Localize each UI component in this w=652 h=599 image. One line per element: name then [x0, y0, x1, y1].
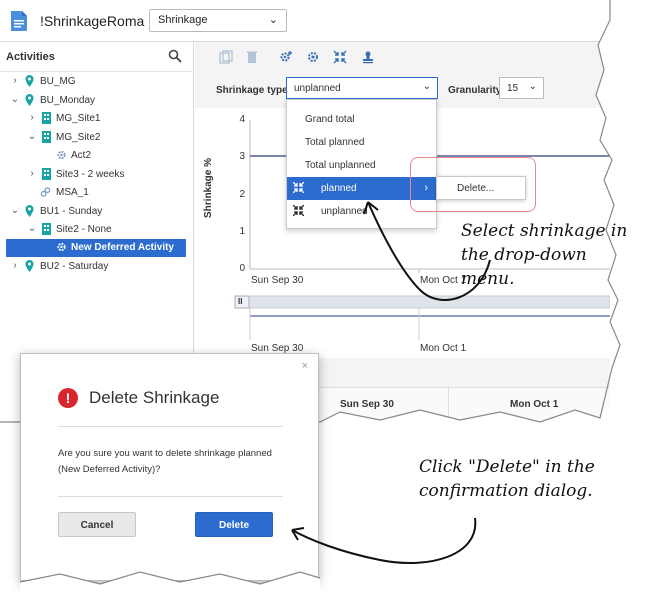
tree-item-site[interactable]: › MG_Site1 [0, 110, 194, 128]
search-icon[interactable] [168, 49, 182, 63]
chevron-right-icon[interactable]: › [10, 75, 20, 86]
location-pin-icon [25, 75, 34, 87]
gear-icon [57, 150, 66, 160]
tree-item-label: BU_Monday [40, 95, 96, 106]
tree-item-label: New Deferred Activity [71, 242, 174, 253]
tree-item-bu[interactable]: ⌄ BU_Monday [0, 92, 194, 110]
tree-item-label: Site2 - None [56, 224, 112, 235]
shrinkage-type-select[interactable]: unplanned ⌄ [286, 77, 438, 99]
stamp-icon[interactable] [361, 50, 375, 64]
tree-item-bu[interactable]: › BU2 - Saturday [0, 258, 194, 276]
divider [58, 426, 283, 427]
granularity-value: 15 [507, 83, 519, 94]
sidebar-header: Activities [0, 42, 194, 72]
shrinkage-type-label: Shrinkage type [216, 85, 288, 96]
chevron-down-icon[interactable]: ⌄ [27, 131, 37, 142]
chevron-right-icon[interactable]: › [27, 168, 37, 179]
chevron-right-icon[interactable]: › [27, 112, 37, 123]
building-icon [42, 131, 51, 143]
annotation-step-2: Click "Delete" in the confirmation dialo… [419, 457, 595, 501]
chevron-down-icon: ⌄ [422, 81, 431, 92]
tree-item-msa[interactable]: MSA_1 [0, 184, 194, 202]
tree-item-site[interactable]: ⌄ MG_Site2 [0, 129, 194, 147]
tree-item-label: Site3 - 2 weeks [56, 169, 125, 180]
building-icon [42, 168, 51, 180]
tree-item-bu[interactable]: › BU_MG [0, 73, 194, 91]
building-icon [42, 223, 51, 235]
tree-item-label: MSA_1 [56, 187, 89, 198]
top-bar: !ShrinkageRoma Shrinkage ⌄ [0, 0, 610, 42]
x-tick-label: Sun Sep 30 [251, 275, 304, 286]
arrow-annotation-2 [291, 517, 477, 564]
error-icon: ! [58, 388, 78, 408]
close-icon[interactable]: × [302, 360, 308, 372]
grid-column-header: Mon Oct 1 [510, 399, 559, 410]
granularity-select[interactable]: 15 ⌄ [499, 77, 544, 99]
tree-item-label: BU1 - Sunday [40, 206, 103, 217]
chevron-right-icon[interactable]: › [10, 260, 20, 271]
option-label: Grand total [305, 114, 355, 125]
shrink-arrows-icon [293, 182, 304, 193]
scenario-select[interactable]: Shrinkage ⌄ [149, 9, 287, 32]
option-label: Total unplanned [305, 160, 376, 171]
app-title: !ShrinkageRoma [40, 13, 145, 29]
screenshot-panel: !ShrinkageRoma Shrinkage ⌄ Activities › … [0, 0, 652, 599]
chevron-down-icon[interactable]: ⌄ [10, 205, 20, 216]
scenario-select-value: Shrinkage [158, 14, 208, 26]
gear-icon [57, 242, 66, 252]
column-divider [448, 388, 449, 422]
tree-item-label: MG_Site2 [56, 132, 101, 143]
tree-item-site[interactable]: ⌄ Site2 - None [0, 221, 194, 239]
location-pin-icon [25, 260, 34, 272]
granularity-label: Granularity [448, 85, 502, 96]
chevron-down-icon[interactable]: ⌄ [27, 223, 37, 234]
gear-settings-icon[interactable] [306, 50, 320, 64]
tree-item-activity[interactable]: Act2 [0, 147, 194, 165]
tree-item-bu[interactable]: ⌄ BU1 - Sunday [0, 203, 194, 221]
dropdown-option[interactable]: Grand total [287, 108, 436, 131]
chevron-down-icon: ⌄ [268, 14, 278, 26]
tree-item-label: BU_MG [40, 76, 76, 87]
tree-item-label: BU2 - Saturday [40, 261, 109, 272]
location-pin-icon [25, 94, 34, 106]
divider [58, 496, 283, 497]
gear-add-icon[interactable] [279, 50, 293, 64]
shrink-arrows-icon [293, 205, 304, 216]
building-icon [42, 112, 51, 124]
chevron-down-icon[interactable]: ⌄ [10, 94, 20, 105]
tree-item-label: MG_Site1 [56, 113, 101, 124]
shrinkage-type-value: unplanned [294, 83, 341, 94]
sidebar-title: Activities [6, 51, 55, 63]
tree-item-activity-selected[interactable]: New Deferred Activity [6, 239, 186, 257]
tree-item-site[interactable]: › Site3 - 2 weeks [0, 166, 194, 184]
collapse-icon[interactable] [333, 50, 347, 64]
tree-item-label: Act2 [71, 150, 92, 161]
x-tick-label: Mon Oct 1 [420, 343, 467, 354]
option-label: Total planned [305, 137, 365, 148]
location-pin-icon [25, 205, 34, 217]
link-icon [40, 187, 51, 197]
pause-icon[interactable]: II [238, 297, 242, 306]
grid-column-header: Sun Sep 30 [340, 399, 394, 410]
arrow-annotation-1 [363, 201, 491, 301]
dialog-title: Delete Shrinkage [89, 388, 220, 407]
dialog-message: Are you sure you want to delete shrinkag… [58, 448, 272, 475]
copy-icon[interactable] [219, 50, 233, 64]
trash-icon[interactable] [245, 50, 259, 64]
document-icon [11, 11, 27, 31]
dropdown-option[interactable]: Total planned [287, 131, 436, 154]
chevron-down-icon: ⌄ [528, 81, 537, 92]
